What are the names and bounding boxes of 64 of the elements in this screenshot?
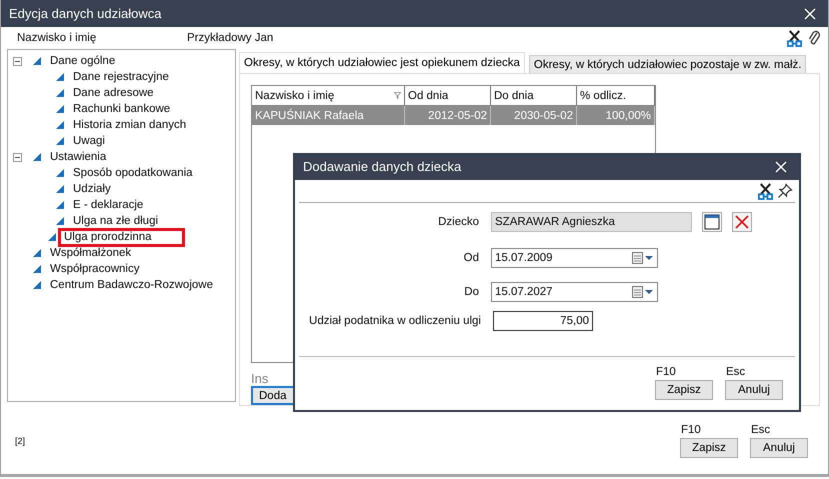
table-cell: 2030-05-02 (491, 106, 577, 125)
tree-item[interactable]: Dane rejestracyjne (72, 71, 170, 83)
number-field[interactable]: 75,00 (493, 311, 593, 331)
tree-item[interactable]: Współmałżonek (49, 247, 132, 259)
tree-item[interactable]: Udziały (72, 183, 112, 195)
date-field[interactable]: 15.07.2027 (491, 282, 658, 302)
date-value: 15.07.2009 (495, 252, 553, 264)
field-value: Przykładowy Jan (187, 32, 274, 44)
calendar-dropdown-icon[interactable] (632, 252, 654, 264)
date-field[interactable]: 15.07.2009 (491, 248, 658, 268)
tree-item[interactable]: E - deklaracje (72, 199, 144, 211)
shortcut-label: Ins (251, 371, 268, 386)
collapse-icon[interactable] (13, 152, 22, 162)
column-header[interactable]: Do dnia (491, 86, 577, 105)
lookup-field[interactable]: SZARAWAR Agnieszka (491, 212, 692, 232)
calendar-dropdown-icon[interactable] (632, 286, 654, 298)
field-label: Do (463, 286, 479, 298)
tree-item[interactable]: Historia zmian danych (72, 119, 188, 131)
tree-item[interactable]: Centrum Badawczo-Rozwojowe (49, 279, 214, 291)
column-header[interactable]: Nazwisko i imię (252, 86, 405, 105)
triangle-icon (33, 153, 41, 161)
scissors-icon[interactable] (758, 182, 773, 200)
window-icon[interactable] (702, 212, 722, 232)
shortcut-label: F10 (680, 424, 702, 436)
field-label: Od (462, 252, 479, 264)
table-cell: KAPUŚNIAK Rafaela (252, 106, 405, 125)
table-cell: 2012-05-02 (405, 106, 491, 125)
tree-item[interactable]: Dane ogólne (49, 55, 116, 67)
clear-icon[interactable] (732, 212, 752, 232)
tree-item[interactable]: Ustawienia (49, 151, 108, 163)
table-cell: 100,00% (577, 106, 655, 125)
dialog-title: Dodawanie danych dziecka (303, 159, 462, 174)
shortcut-label: F10 (655, 366, 677, 378)
dialog-button[interactable]: Zapisz (655, 380, 713, 400)
scissors-icon[interactable] (787, 30, 802, 46)
tree-item[interactable]: Rachunki bankowe (72, 103, 172, 115)
shortcut-label: Esc (750, 424, 772, 436)
tab[interactable]: Okresy, w których udziałowiec jest opiekunem dziecka (239, 52, 525, 73)
field-label: Nazwisko i imię (17, 32, 98, 44)
collapse-icon[interactable] (13, 56, 22, 66)
paperclip-icon[interactable] (808, 29, 820, 47)
tab[interactable]: Okresy, w których udziałowiec pozostaje w zw. małż. (528, 55, 806, 73)
window-title: Edycja danych udziałowca (9, 6, 162, 21)
date-value: 15.07.2027 (495, 286, 553, 298)
pin-icon[interactable] (777, 183, 793, 199)
tree-item[interactable]: Ulga na złe długi (72, 215, 160, 227)
page-indicator: [2] (15, 436, 26, 446)
close-icon[interactable] (804, 8, 816, 20)
filter-icon[interactable] (394, 92, 401, 99)
footer-button[interactable]: Anuluj (750, 438, 808, 458)
dialog-button[interactable]: Anuluj (725, 380, 783, 400)
field-label: Dziecko (437, 216, 479, 228)
tree-item[interactable]: Współpracownicy (49, 263, 140, 275)
footer-button[interactable]: Zapisz (680, 438, 738, 458)
field-label: Udział podatnika w odliczeniu ulgi (308, 315, 481, 327)
tree-item[interactable]: Uwagi (72, 135, 106, 147)
shortcut-label: Esc (725, 366, 746, 378)
tree-item[interactable]: Ulga prorodzinna (58, 228, 185, 246)
triangle-icon (33, 57, 41, 65)
column-header[interactable]: % odlicz. (577, 86, 655, 105)
tree-item[interactable]: Dane adresowe (72, 87, 155, 99)
close-icon[interactable] (775, 160, 787, 172)
column-header[interactable]: Od dnia (405, 86, 491, 105)
tree-item[interactable]: Sposób opodatkowania (72, 167, 194, 179)
